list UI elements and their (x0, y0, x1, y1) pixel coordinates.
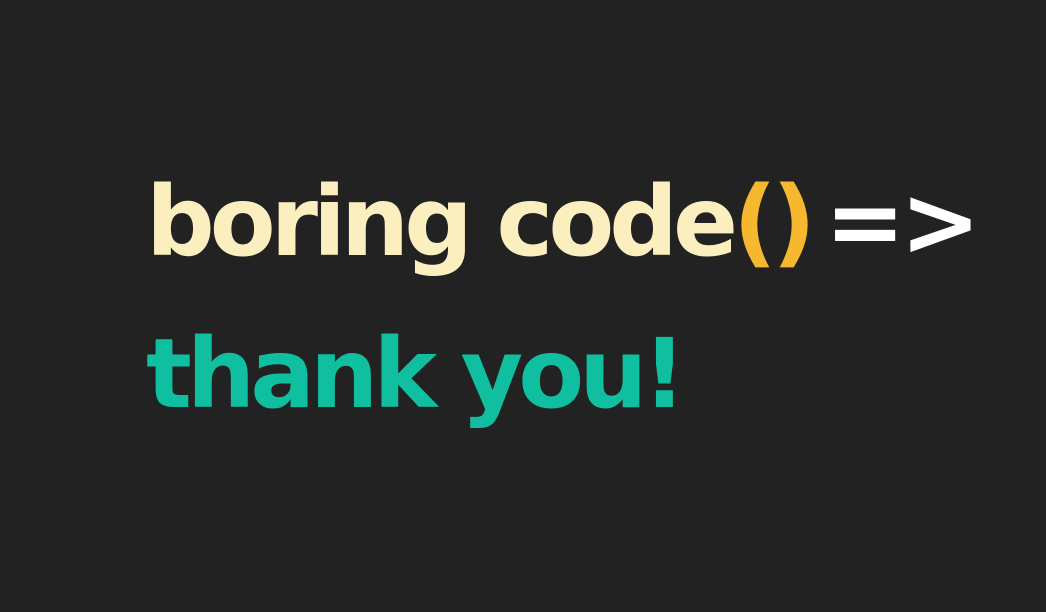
slide: boring code() => thank you! (0, 0, 1046, 612)
function-name-text: boring code (146, 166, 738, 278)
code-line: boring code() => (146, 174, 981, 270)
thank-you-text: thank you! (146, 318, 686, 430)
parentheses-text: () (733, 166, 816, 278)
arrow-operator-text: => (824, 166, 981, 278)
thank-you-line: thank you! (146, 326, 686, 422)
